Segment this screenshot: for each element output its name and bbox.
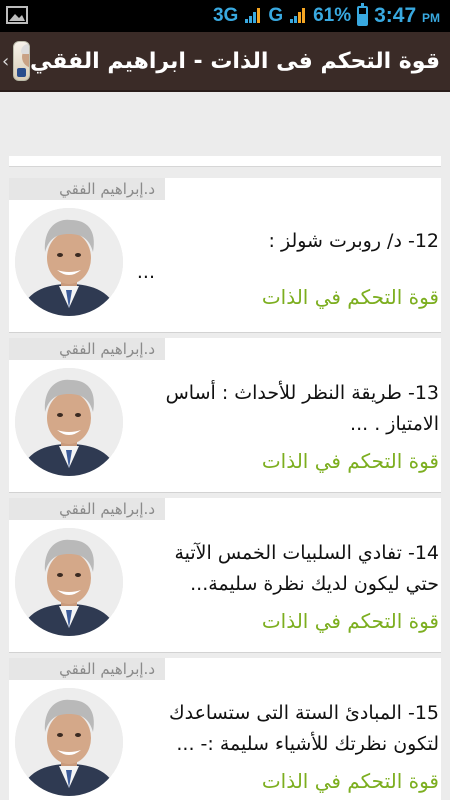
- battery-icon: [357, 3, 369, 26]
- card-title-line: الامتياز . ...: [350, 413, 439, 435]
- card-title-line: 15- المبادئ الستة التى ستساعدك: [168, 702, 439, 724]
- list-item[interactable]: د.إبراهيم الفقي 13- طريقة النظر للأحداث …: [9, 338, 441, 493]
- card-title-line: لتكون نظرتك للأشياء سليمة :- ...: [176, 733, 439, 755]
- chevron-left-icon[interactable]: ‹: [2, 51, 9, 72]
- author-tag: د.إبراهيم الفقي: [9, 178, 165, 200]
- card-title-line: 12- د/ روبرت شولز :: [268, 230, 439, 252]
- signal-strength-icon-2: [289, 7, 307, 25]
- network-3g-label: 3G: [212, 5, 239, 26]
- card-category[interactable]: قوة التحكم في الذات: [131, 284, 439, 310]
- card-category[interactable]: قوة التحكم في الذات: [131, 448, 439, 474]
- article-list[interactable]: د.إبراهيم الفقي 12- د/ روبرت شولز : ... …: [0, 92, 450, 800]
- card-title: 12- د/ روبرت شولز : ...: [131, 226, 439, 288]
- previous-card-edge: [9, 156, 441, 167]
- author-avatar: [15, 688, 123, 796]
- card-title-line: 14- تفادي السلبيات الخمس الآتية: [174, 542, 439, 564]
- author-portrait-image: [15, 368, 123, 476]
- card-title: 14- تفادي السلبيات الخمس الآتية حتي ليكو…: [131, 538, 439, 600]
- card-category[interactable]: قوة التحكم في الذات: [131, 768, 439, 794]
- card-title: 15- المبادئ الستة التى ستساعدك لتكون نظر…: [131, 698, 439, 760]
- card-title-line: حتي ليكون لديك نظرة سليمة...: [190, 573, 439, 595]
- network-g-label: G: [268, 5, 284, 26]
- author-tag: د.إبراهيم الفقي: [9, 338, 165, 360]
- author-portrait-image: [15, 208, 123, 316]
- card-category[interactable]: قوة التحكم في الذات: [131, 608, 439, 634]
- author-avatar: [15, 528, 123, 636]
- card-title-line: 13- طريقة النظر للأحداث : أساس: [165, 382, 439, 404]
- action-bar: ‹ قوة التحكم فى الذات - ابراهيم الفقي: [0, 32, 450, 92]
- app-book-cover-icon[interactable]: [13, 41, 30, 81]
- clock-ampm: PM: [422, 11, 440, 25]
- status-bar: 3G G 61% 3:47 PM: [0, 0, 450, 32]
- page-title: قوة التحكم فى الذات - ابراهيم الفقي: [29, 48, 440, 74]
- author-avatar: [15, 368, 123, 476]
- signal-strength-icon: [244, 7, 262, 25]
- card-title: 13- طريقة النظر للأحداث : أساس الامتياز …: [131, 378, 439, 440]
- battery-percent: 61%: [313, 5, 352, 26]
- gallery-notification-icon: [6, 6, 28, 24]
- author-avatar: [15, 208, 123, 316]
- clock: 3:47 PM: [374, 4, 440, 28]
- clock-time: 3:47: [374, 4, 417, 27]
- list-item[interactable]: د.إبراهيم الفقي 12- د/ روبرت شولز : ... …: [9, 178, 441, 333]
- author-portrait-image: [15, 528, 123, 636]
- author-portrait-image: [15, 688, 123, 796]
- list-item[interactable]: د.إبراهيم الفقي 15- المبادئ الستة التى س…: [9, 658, 441, 800]
- author-tag: د.إبراهيم الفقي: [9, 498, 165, 520]
- author-tag: د.إبراهيم الفقي: [9, 658, 165, 680]
- list-item[interactable]: د.إبراهيم الفقي 14- تفادي السلبيات الخمس…: [9, 498, 441, 653]
